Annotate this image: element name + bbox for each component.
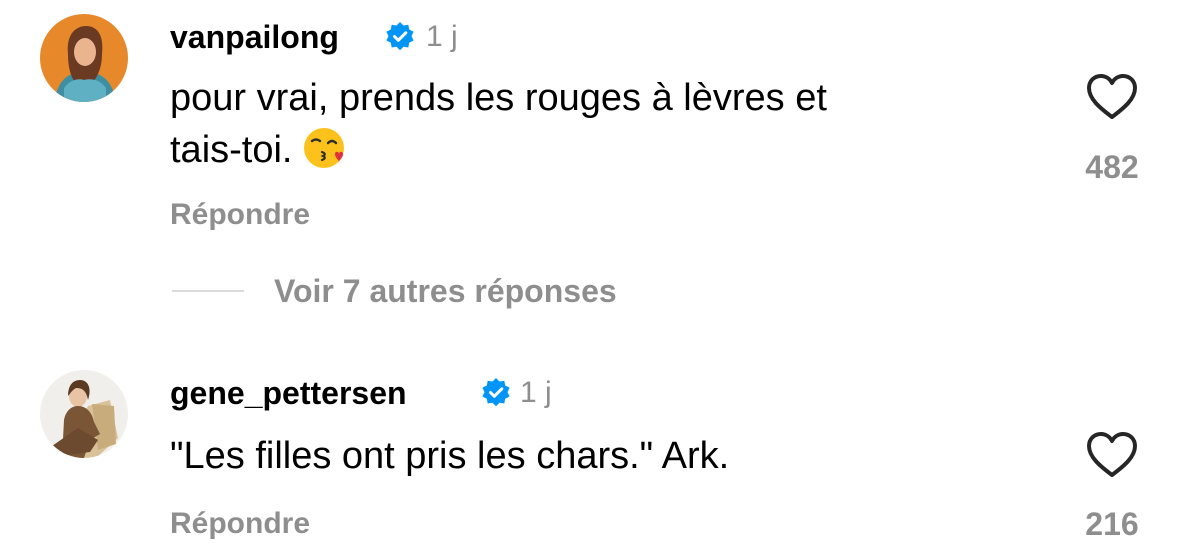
heart-icon[interactable] (1084, 430, 1140, 480)
face-blowing-kiss-icon (302, 126, 346, 170)
replies-divider-line (172, 290, 244, 292)
verified-badge-icon (480, 377, 512, 409)
username-link[interactable]: vanpailong (170, 18, 339, 56)
like-count: 482 (1085, 149, 1139, 185)
comment-text-segment: tais-toi. (170, 129, 293, 171)
verified-badge-icon (384, 21, 416, 53)
reply-button[interactable]: Répondre (170, 196, 310, 234)
avatar-image (40, 370, 128, 458)
comment-text-line: tais-toi. (170, 124, 1030, 176)
view-more-replies-button[interactable]: Voir 7 autres réponses (274, 272, 617, 310)
like-count: 216 (1085, 506, 1139, 542)
comment-text: "Les filles ont pris les chars." Ark. (170, 435, 730, 477)
comment-timestamp: 1 j (520, 376, 552, 409)
comment-text-line: pour vrai, prends les rouges à lèvres et (170, 77, 827, 119)
avatar-image (40, 14, 128, 102)
comment-timestamp: 1 j (426, 20, 458, 53)
avatar-vanpailong[interactable] (40, 14, 128, 102)
comments-screen: vanpailong 1 j pour vrai, prends les rou… (0, 0, 1200, 547)
avatar-gene-pettersen[interactable] (40, 370, 128, 458)
reply-button[interactable]: Répondre (170, 505, 310, 543)
comment-text: pour vrai, prends les rouges à lèvres et… (170, 72, 1030, 176)
username-link[interactable]: gene_pettersen (170, 374, 407, 412)
heart-icon[interactable] (1084, 72, 1140, 122)
